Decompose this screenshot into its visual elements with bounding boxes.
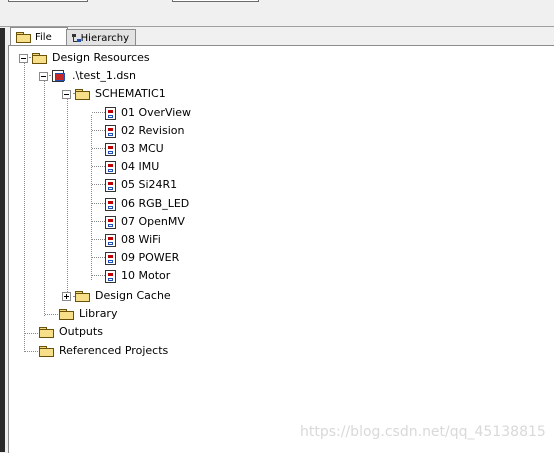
schematic-page-icon: [105, 106, 116, 120]
left-window-edge: [0, 0, 5, 452]
folder-icon: [59, 308, 74, 320]
schematic-page-item[interactable]: 06 RGB_LED: [105, 195, 189, 213]
tree-hline: [92, 275, 105, 276]
tree-item-schematic[interactable]: SCHEMATIC1: [62, 85, 166, 103]
folder-icon: [39, 326, 54, 338]
tree-item-label: SCHEMATIC1: [95, 87, 166, 100]
tab-file-label: File: [35, 31, 52, 43]
schematic-page-label: 10 Motor: [121, 269, 171, 282]
tree-hline: [92, 221, 105, 222]
tree-hline: [92, 148, 105, 149]
expand-icon[interactable]: [62, 291, 71, 301]
tree-hline: [92, 112, 105, 113]
schematic-page-icon: [105, 124, 116, 138]
tree-hline: [92, 257, 105, 258]
tree-hline: [92, 166, 105, 167]
top-field-left[interactable]: [8, 0, 88, 2]
schematic-folder-icon: [75, 88, 90, 100]
tree-item-dsn-file[interactable]: .\test_1.dsn: [39, 67, 136, 85]
schematic-page-icon: [105, 251, 116, 265]
schematic-page-icon: [105, 197, 116, 211]
schematic-page-label: 03 MCU: [121, 142, 164, 155]
schematic-page-icon: [105, 233, 116, 247]
schematic-page-label: 09 POWER: [121, 251, 180, 264]
top-field-right[interactable]: [172, 0, 259, 2]
schematic-page-item[interactable]: 07 OpenMV: [105, 213, 185, 231]
schematic-page-label: 02 Revision: [121, 124, 185, 137]
tree-line-design: [44, 79, 45, 316]
folder-icon: [75, 290, 90, 302]
tree-item-label: Library: [79, 307, 118, 320]
folder-icon: [32, 52, 47, 64]
schematic-page-label: 05 Si24R1: [121, 178, 178, 191]
hierarchy-icon: [72, 33, 81, 43]
tree-hline: [92, 130, 105, 131]
tree-line-root: [24, 61, 25, 352]
tab-hierarchy-label: Hierarchy: [80, 32, 129, 44]
schematic-page-item[interactable]: 02 Revision: [105, 122, 184, 140]
tab-file[interactable]: File: [10, 27, 68, 46]
collapse-icon[interactable]: [19, 53, 28, 63]
schematic-page-icon: [105, 269, 116, 283]
folder-icon: [39, 345, 54, 357]
tree-item-label: Referenced Projects: [59, 344, 169, 357]
tree-hline: [45, 314, 58, 315]
schematic-page-item[interactable]: 05 Si24R1: [105, 176, 177, 194]
project-tabs: File Hierarchy: [8, 27, 554, 47]
tree-item-label: Outputs: [59, 325, 103, 338]
schematic-page-label: 08 WiFi: [121, 233, 161, 246]
design-file-icon: [52, 69, 67, 83]
tree-item-library[interactable]: Library: [59, 305, 117, 323]
tree-hline: [92, 239, 105, 240]
schematic-page-icon: [105, 178, 116, 192]
top-toolbar-strip: [0, 0, 554, 28]
folder-icon: [16, 31, 31, 43]
tree-hline: [25, 351, 38, 352]
tree-item-label: .\test_1.dsn: [72, 69, 137, 82]
tree-item-outputs[interactable]: Outputs: [39, 323, 103, 341]
tree-hline: [92, 203, 105, 204]
schematic-page-icon: [105, 142, 116, 156]
tree-hline: [92, 184, 105, 185]
tree-item-design-resources[interactable]: Design Resources: [19, 49, 150, 67]
schematic-page-label: 07 OpenMV: [121, 215, 185, 228]
schematic-page-label: 01 OverView: [121, 106, 192, 119]
tree-item-design-cache[interactable]: Design Cache: [62, 287, 171, 305]
collapse-icon[interactable]: [62, 89, 71, 99]
schematic-page-icon: [105, 215, 116, 229]
tree-line-schematic: [91, 115, 92, 280]
schematic-page-item[interactable]: 01 OverView: [105, 104, 191, 122]
collapse-icon[interactable]: [39, 71, 48, 81]
schematic-page-item[interactable]: 08 WiFi: [105, 231, 161, 249]
schematic-page-label: 06 RGB_LED: [121, 197, 190, 210]
schematic-page-item[interactable]: 10 Motor: [105, 267, 170, 285]
tree-item-referenced-projects[interactable]: Referenced Projects: [39, 342, 168, 360]
tab-hierarchy[interactable]: Hierarchy: [66, 29, 136, 46]
tree-line-dsn: [67, 97, 68, 298]
tree-item-label: Design Cache: [95, 289, 171, 302]
schematic-page-item[interactable]: 09 POWER: [105, 249, 179, 267]
watermark-text: https://blog.csdn.net/qq_45138815: [300, 424, 546, 440]
schematic-page-label: 04 IMU: [121, 160, 160, 173]
schematic-page-item[interactable]: 04 IMU: [105, 158, 159, 176]
tree-item-label: Design Resources: [52, 51, 150, 64]
project-tree-panel: Design Resources .\test_1.dsn SCHEMATIC1…: [8, 45, 554, 453]
schematic-page-item[interactable]: 03 MCU: [105, 140, 164, 158]
tree-hline: [25, 333, 38, 334]
schematic-page-icon: [105, 160, 116, 174]
